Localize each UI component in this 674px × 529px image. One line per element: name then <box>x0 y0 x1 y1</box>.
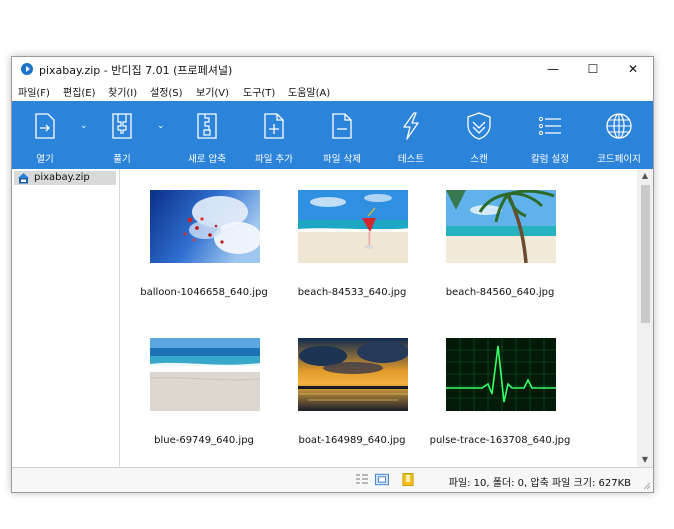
menu-tools[interactable]: 도구(T) <box>243 84 275 99</box>
menu-view[interactable]: 보기(V) <box>196 84 229 99</box>
file-thumbnail-view: balloon-1046658_640.jpg beach-84533_640.… <box>120 169 637 467</box>
thumbnail-sunset <box>298 338 408 411</box>
new-archive-label: 새로 압축 <box>188 154 226 165</box>
open-icon <box>35 113 55 139</box>
status-text: 파일: 10, 폴더: 0, 압축 파일 크기: 627KB <box>448 478 631 489</box>
scan-button[interactable]: 스캔 <box>452 101 506 169</box>
status-bar: 파일: 10, 폴더: 0, 압축 파일 크기: 627KB <box>12 467 653 492</box>
resize-grip-icon[interactable] <box>642 481 651 490</box>
scan-label: 스캔 <box>470 154 488 165</box>
window-title: pixabay.zip - 반디집 7.01 (프로페셔널) <box>39 64 233 77</box>
file-name: blue-69749_640.jpg <box>154 435 254 446</box>
thumbnail-pulse <box>446 338 556 411</box>
new-archive-icon <box>197 113 217 139</box>
minimize-button[interactable]: — <box>533 57 573 81</box>
codepage-label: 코드페이지 <box>597 154 641 165</box>
title-bar[interactable]: pixabay.zip - 반디집 7.01 (프로페셔널) — ☐ ✕ <box>12 57 653 81</box>
thumbnail-balloon <box>150 190 260 263</box>
thumbnail-view-icon[interactable] <box>375 473 389 486</box>
globe-icon <box>606 113 632 139</box>
add-file-button[interactable]: 파일 추가 <box>246 101 302 169</box>
menu-file[interactable]: 파일(F) <box>18 84 50 99</box>
details-view-icon[interactable] <box>355 473 369 486</box>
zip-archive-icon <box>18 173 29 184</box>
extract-label: 풀기 <box>113 154 131 165</box>
tree-item-label: pixabay.zip <box>34 172 90 183</box>
app-window: pixabay.zip - 반디집 7.01 (프로페셔널) — ☐ ✕ 파일(… <box>11 56 654 493</box>
new-archive-button[interactable]: 새로 압축 <box>176 101 238 169</box>
thumbnail-blue-sea <box>150 338 260 411</box>
bandizip-logo-icon <box>21 63 33 75</box>
file-name: beach-84533_640.jpg <box>297 287 407 298</box>
add-file-label: 파일 추가 <box>255 154 293 165</box>
open-dropdown-arrow[interactable]: ⌄ <box>80 121 88 131</box>
file-name: boat-164989_640.jpg <box>298 435 406 446</box>
test-label: 테스트 <box>397 154 425 165</box>
open-button[interactable]: 열기 <box>20 101 70 169</box>
close-button[interactable]: ✕ <box>613 57 653 81</box>
menu-help[interactable]: 도움말(A) <box>288 84 330 99</box>
column-settings-button[interactable]: 칼럼 설정 <box>520 101 580 169</box>
archive-info-icon[interactable] <box>401 473 415 486</box>
extract-button[interactable]: 풀기 <box>97 101 147 169</box>
folder-tree: pixabay.zip <box>12 169 120 467</box>
open-label: 열기 <box>36 154 54 165</box>
column-settings-label: 칼럼 설정 <box>531 154 569 165</box>
menu-bar: 파일(F) 편집(E) 찾기(I) 설정(S) 보기(V) 도구(T) 도움말(… <box>12 83 653 101</box>
delete-file-button[interactable]: 파일 삭제 <box>314 101 370 169</box>
add-file-icon <box>264 113 284 139</box>
vertical-scrollbar[interactable]: ▲ ▼ <box>637 169 653 467</box>
menu-settings[interactable]: 설정(S) <box>150 84 183 99</box>
extract-icon <box>112 113 132 139</box>
file-name: balloon-1046658_640.jpg <box>140 287 268 298</box>
maximize-button[interactable]: ☐ <box>573 57 613 81</box>
column-list-icon <box>538 116 561 136</box>
file-name: beach-84560_640.jpg <box>445 287 555 298</box>
extract-dropdown-arrow[interactable]: ⌄ <box>157 121 165 131</box>
test-button[interactable]: 테스트 <box>384 101 438 169</box>
delete-file-label: 파일 삭제 <box>323 154 361 165</box>
scrollbar-thumb[interactable] <box>641 185 650 323</box>
toolbar: 열기 ⌄ 풀기 ⌄ 새로 압축 파일 추가 파일 삭제 테스트 스캔 칼럼 설정… <box>12 101 653 169</box>
thumbnail-beach-drink <box>298 190 408 263</box>
scroll-up-arrow-icon[interactable]: ▲ <box>637 169 653 183</box>
shield-icon <box>467 112 491 140</box>
thumbnail-beach-palm <box>446 190 556 263</box>
menu-find[interactable]: 찾기(I) <box>108 84 137 99</box>
menu-edit[interactable]: 편집(E) <box>63 84 96 99</box>
file-name: pulse-trace-163708_640.jpg <box>429 435 571 446</box>
lightning-icon <box>403 112 419 140</box>
codepage-button[interactable]: 코드페이지 <box>588 101 650 169</box>
delete-file-icon <box>332 113 352 139</box>
scroll-down-arrow-icon[interactable]: ▼ <box>637 453 653 467</box>
tree-item-root[interactable]: pixabay.zip <box>14 171 116 185</box>
